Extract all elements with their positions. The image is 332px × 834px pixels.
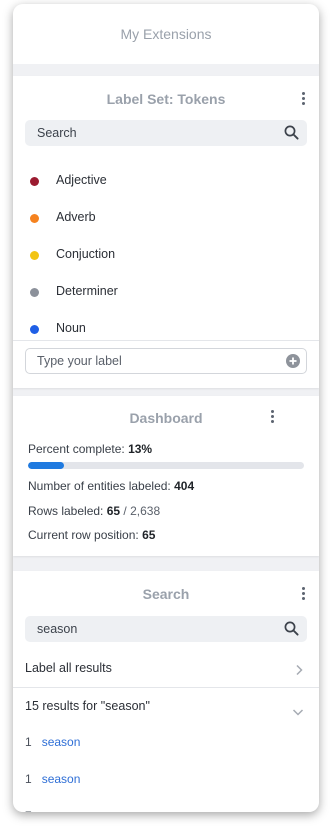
dashboard-menu-icon[interactable] (269, 410, 275, 426)
results-summary-row[interactable]: 15 results for "season" (13, 689, 319, 725)
results-summary: 15 results for "season" (25, 699, 150, 713)
page-title: My Extensions (120, 26, 212, 42)
result-row-number: 1 (25, 772, 32, 786)
result-search-query: season (37, 622, 78, 636)
label-name: Noun (56, 321, 86, 335)
percent-complete-label: Percent complete: (28, 442, 125, 456)
result-link[interactable]: season (42, 772, 81, 786)
label-all-results-row[interactable]: Label all results (13, 651, 319, 687)
search-icon[interactable] (284, 621, 299, 641)
label-color-dot (30, 325, 39, 334)
current-row-position-label: Current row position: (28, 528, 139, 542)
result-row-number: 7 (25, 809, 32, 812)
new-label-input[interactable]: Type your label (25, 348, 307, 374)
current-row-position-value: 65 (142, 528, 156, 542)
current-row-position: Current row position: 65 (28, 528, 155, 542)
label-color-dot (30, 214, 39, 223)
label-name: Conjuction (56, 247, 116, 261)
add-icon[interactable] (286, 354, 300, 368)
label-item-determiner[interactable]: Determiner (13, 274, 319, 310)
result-search-input[interactable]: season (25, 616, 307, 642)
result-link[interactable]: season (42, 735, 81, 749)
label-search-input[interactable]: Search (25, 120, 307, 146)
dashboard-panel: Dashboard Percent complete: 13% Number o… (13, 396, 319, 556)
label-color-dot (30, 177, 39, 186)
label-name: Adverb (56, 210, 96, 224)
entities-labeled: Number of entities labeled: 404 (28, 479, 194, 493)
extensions-sidebar: My Extensions Label Set: Tokens Search A… (13, 4, 319, 812)
label-name: Determiner (56, 284, 118, 298)
new-label-placeholder: Type your label (37, 354, 122, 368)
progress-fill (28, 462, 64, 469)
result-row-number: 1 (25, 735, 32, 749)
rows-labeled-value: 65 (106, 504, 121, 518)
entities-labeled-label: Number of entities labeled: (28, 479, 171, 493)
divider (13, 687, 319, 688)
result-link[interactable]: season (42, 809, 81, 812)
rows-labeled-label: Rows labeled: (28, 504, 104, 518)
label-item-adverb[interactable]: Adverb (13, 200, 319, 236)
chevron-right-icon (295, 663, 303, 681)
label-color-dot (30, 251, 39, 260)
label-name: Adjective (56, 173, 107, 187)
search-panel-title: Search (142, 586, 190, 602)
search-panel-menu-icon[interactable] (300, 587, 306, 603)
label-item-noun[interactable]: Noun (13, 311, 319, 347)
progress-bar (28, 462, 304, 469)
search-panel: Search season Label all results 15 resul… (13, 571, 319, 812)
divider (13, 340, 319, 341)
search-result-item[interactable]: 1 season (25, 735, 80, 753)
label-set-menu-icon[interactable] (300, 92, 306, 108)
header-panel: My Extensions (13, 4, 319, 64)
label-search-placeholder: Search (37, 126, 77, 140)
search-result-item[interactable]: 1 season (25, 772, 80, 790)
search-result-item[interactable]: 7 season (25, 809, 80, 812)
label-item-conjuction[interactable]: Conjuction (13, 237, 319, 273)
chevron-down-icon (292, 703, 304, 721)
rows-labeled: Rows labeled: 65 / 2,638 (28, 504, 160, 518)
label-all-results: Label all results (25, 661, 112, 675)
label-set-title: Label Set: Tokens (106, 91, 226, 107)
percent-complete: Percent complete: 13% (28, 442, 152, 456)
search-icon[interactable] (284, 125, 299, 145)
entities-labeled-value: 404 (174, 479, 195, 493)
label-item-adjective[interactable]: Adjective (13, 163, 319, 199)
rows-total: / 2,638 (123, 504, 161, 518)
percent-complete-value: 13% (128, 442, 153, 456)
label-color-dot (30, 288, 39, 297)
label-set-panel: Label Set: Tokens Search Adjective Adverb… (13, 76, 319, 388)
